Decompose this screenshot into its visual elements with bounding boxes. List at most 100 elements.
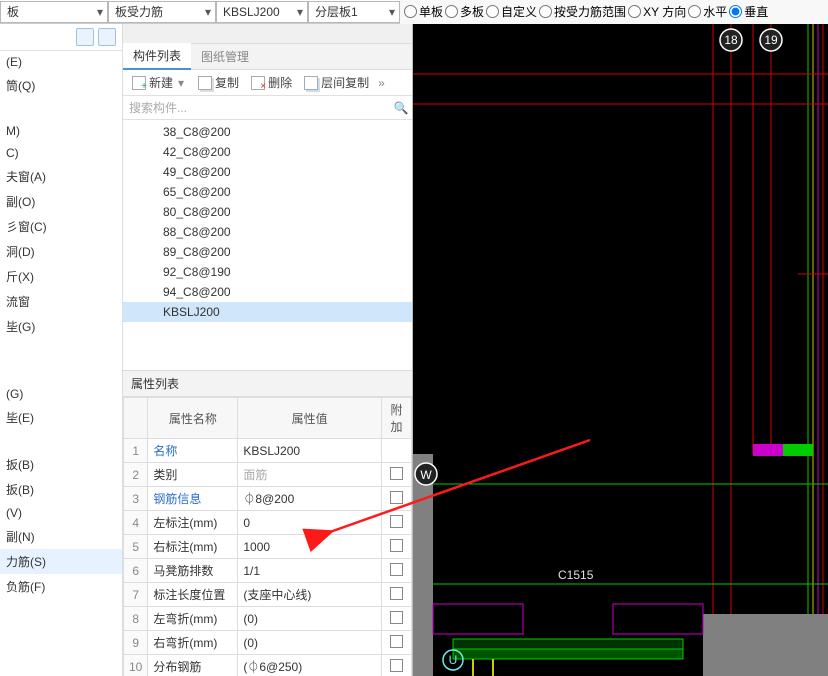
grid-view-icon[interactable] <box>98 28 116 46</box>
radio-input[interactable] <box>688 5 701 18</box>
leftnav-item[interactable]: (E) <box>0 51 122 73</box>
prop-value[interactable]: (0) <box>238 607 382 631</box>
chevron-down-icon: ▾ <box>95 5 105 19</box>
prop-value[interactable]: 0 <box>238 511 382 535</box>
mode-radio[interactable]: 垂直 <box>729 3 768 20</box>
leftnav-item[interactable]: 扳(B) <box>0 452 122 477</box>
prop-value[interactable]: 1/1 <box>238 559 382 583</box>
prop-value[interactable]: 1000 <box>238 535 382 559</box>
prop-name: 钢筋信息 <box>148 487 238 511</box>
leftnav-item[interactable]: 副(N) <box>0 524 122 549</box>
component-item[interactable]: KBSLJ200 <box>123 302 412 322</box>
radio-input[interactable] <box>445 5 458 18</box>
drawing-canvas[interactable]: W U 18 19 C1515 <box>413 24 828 676</box>
prop-value[interactable]: 面筋 <box>238 463 382 487</box>
checkbox-icon[interactable] <box>390 563 403 576</box>
component-item[interactable]: 42_C8@200 <box>123 142 412 162</box>
prop-extra[interactable] <box>382 655 412 676</box>
prop-value[interactable]: (0) <box>238 631 382 655</box>
prop-extra[interactable] <box>382 487 412 511</box>
prop-extra[interactable] <box>382 607 412 631</box>
mode-radio[interactable]: 单板 <box>404 3 443 20</box>
checkbox-icon[interactable] <box>390 467 403 480</box>
component-item[interactable]: 89_C8@200 <box>123 242 412 262</box>
new-button[interactable]: 新建▾ <box>127 72 191 93</box>
delete-button[interactable]: 删除 <box>246 72 297 93</box>
leftnav-item[interactable]: 副(O) <box>0 189 122 214</box>
delete-icon <box>251 76 265 90</box>
toolbar-overflow-icon[interactable]: » <box>376 76 387 90</box>
radio-input[interactable] <box>486 5 499 18</box>
leftnav-item[interactable]: 斤(X) <box>0 264 122 289</box>
leftnav-item[interactable]: 负筋(F) <box>0 574 122 599</box>
property-panel-header: 属性列表 <box>123 370 412 397</box>
radio-input[interactable] <box>404 5 417 18</box>
combo-box[interactable]: 板▾ <box>0 1 108 23</box>
prop-extra[interactable] <box>382 511 412 535</box>
tab-component-list[interactable]: 构件列表 <box>123 43 191 70</box>
leftnav-item[interactable]: 坒(G) <box>0 314 122 339</box>
prop-extra[interactable] <box>382 439 412 463</box>
checkbox-icon[interactable] <box>390 491 403 504</box>
leftnav-item[interactable] <box>0 98 122 120</box>
checkbox-icon[interactable] <box>390 659 403 672</box>
mode-radio[interactable]: 多板 <box>445 3 484 20</box>
combo-box[interactable]: 分层板1▾ <box>308 1 400 23</box>
radio-input[interactable] <box>729 5 742 18</box>
prop-value[interactable]: (支座中心线) <box>238 583 382 607</box>
mode-radio[interactable]: 按受力筋范围 <box>539 3 626 20</box>
checkbox-icon[interactable] <box>390 635 403 648</box>
leftnav-item[interactable]: (V) <box>0 502 122 524</box>
search-icon[interactable]: 🔍 <box>390 101 412 115</box>
layer-copy-button[interactable]: 层间复制 <box>299 72 374 93</box>
checkbox-icon[interactable] <box>390 539 403 552</box>
component-item[interactable]: 92_C8@190 <box>123 262 412 282</box>
mode-radio[interactable]: 自定义 <box>486 3 537 20</box>
leftnav-item[interactable] <box>0 339 122 361</box>
prop-name: 名称 <box>148 439 238 463</box>
leftnav-item[interactable]: 力筋(S) <box>0 549 122 574</box>
leftnav-item[interactable] <box>0 361 122 383</box>
component-item[interactable]: 80_C8@200 <box>123 202 412 222</box>
prop-extra[interactable] <box>382 535 412 559</box>
component-item[interactable]: 49_C8@200 <box>123 162 412 182</box>
prop-extra[interactable] <box>382 463 412 487</box>
mode-radio[interactable]: 水平 <box>688 3 727 20</box>
leftnav-item[interactable]: 筒(Q) <box>0 73 122 98</box>
checkbox-icon[interactable] <box>390 587 403 600</box>
leftnav-item[interactable]: 洞(D) <box>0 239 122 264</box>
leftnav-item[interactable]: 坒(E) <box>0 405 122 430</box>
chevron-down-icon[interactable]: ▾ <box>176 76 186 90</box>
prop-value[interactable]: ⏀8@200 <box>238 487 382 511</box>
svg-text:19: 19 <box>764 33 778 47</box>
leftnav-item[interactable]: 夫窗(A) <box>0 164 122 189</box>
leftnav-item[interactable]: (G) <box>0 383 122 405</box>
leftnav-item[interactable] <box>0 430 122 452</box>
radio-input[interactable] <box>539 5 552 18</box>
component-item[interactable]: 88_C8@200 <box>123 222 412 242</box>
component-item[interactable]: 65_C8@200 <box>123 182 412 202</box>
prop-extra[interactable] <box>382 583 412 607</box>
prop-value[interactable]: KBSLJ200 <box>238 439 382 463</box>
tab-drawing-mgmt[interactable]: 图纸管理 <box>191 44 259 69</box>
combo-box[interactable]: KBSLJ200▾ <box>216 1 308 23</box>
radio-input[interactable] <box>628 5 641 18</box>
prop-extra[interactable] <box>382 631 412 655</box>
list-view-icon[interactable] <box>76 28 94 46</box>
checkbox-icon[interactable] <box>390 515 403 528</box>
prop-name: 右弯折(mm) <box>148 631 238 655</box>
copy-button[interactable]: 复制 <box>193 72 244 93</box>
prop-value[interactable]: (⏀6@250) <box>238 655 382 676</box>
search-input[interactable] <box>123 97 390 119</box>
leftnav-item[interactable]: 扳(B) <box>0 477 122 502</box>
component-item[interactable]: 38_C8@200 <box>123 122 412 142</box>
checkbox-icon[interactable] <box>390 611 403 624</box>
leftnav-item[interactable]: C) <box>0 142 122 164</box>
component-item[interactable]: 94_C8@200 <box>123 282 412 302</box>
leftnav-item[interactable]: 彡窗(C) <box>0 214 122 239</box>
mode-radio[interactable]: XY 方向 <box>628 3 686 20</box>
prop-extra[interactable] <box>382 559 412 583</box>
leftnav-item[interactable]: M) <box>0 120 122 142</box>
leftnav-item[interactable]: 流窗 <box>0 289 122 314</box>
combo-box[interactable]: 板受力筋▾ <box>108 1 216 23</box>
